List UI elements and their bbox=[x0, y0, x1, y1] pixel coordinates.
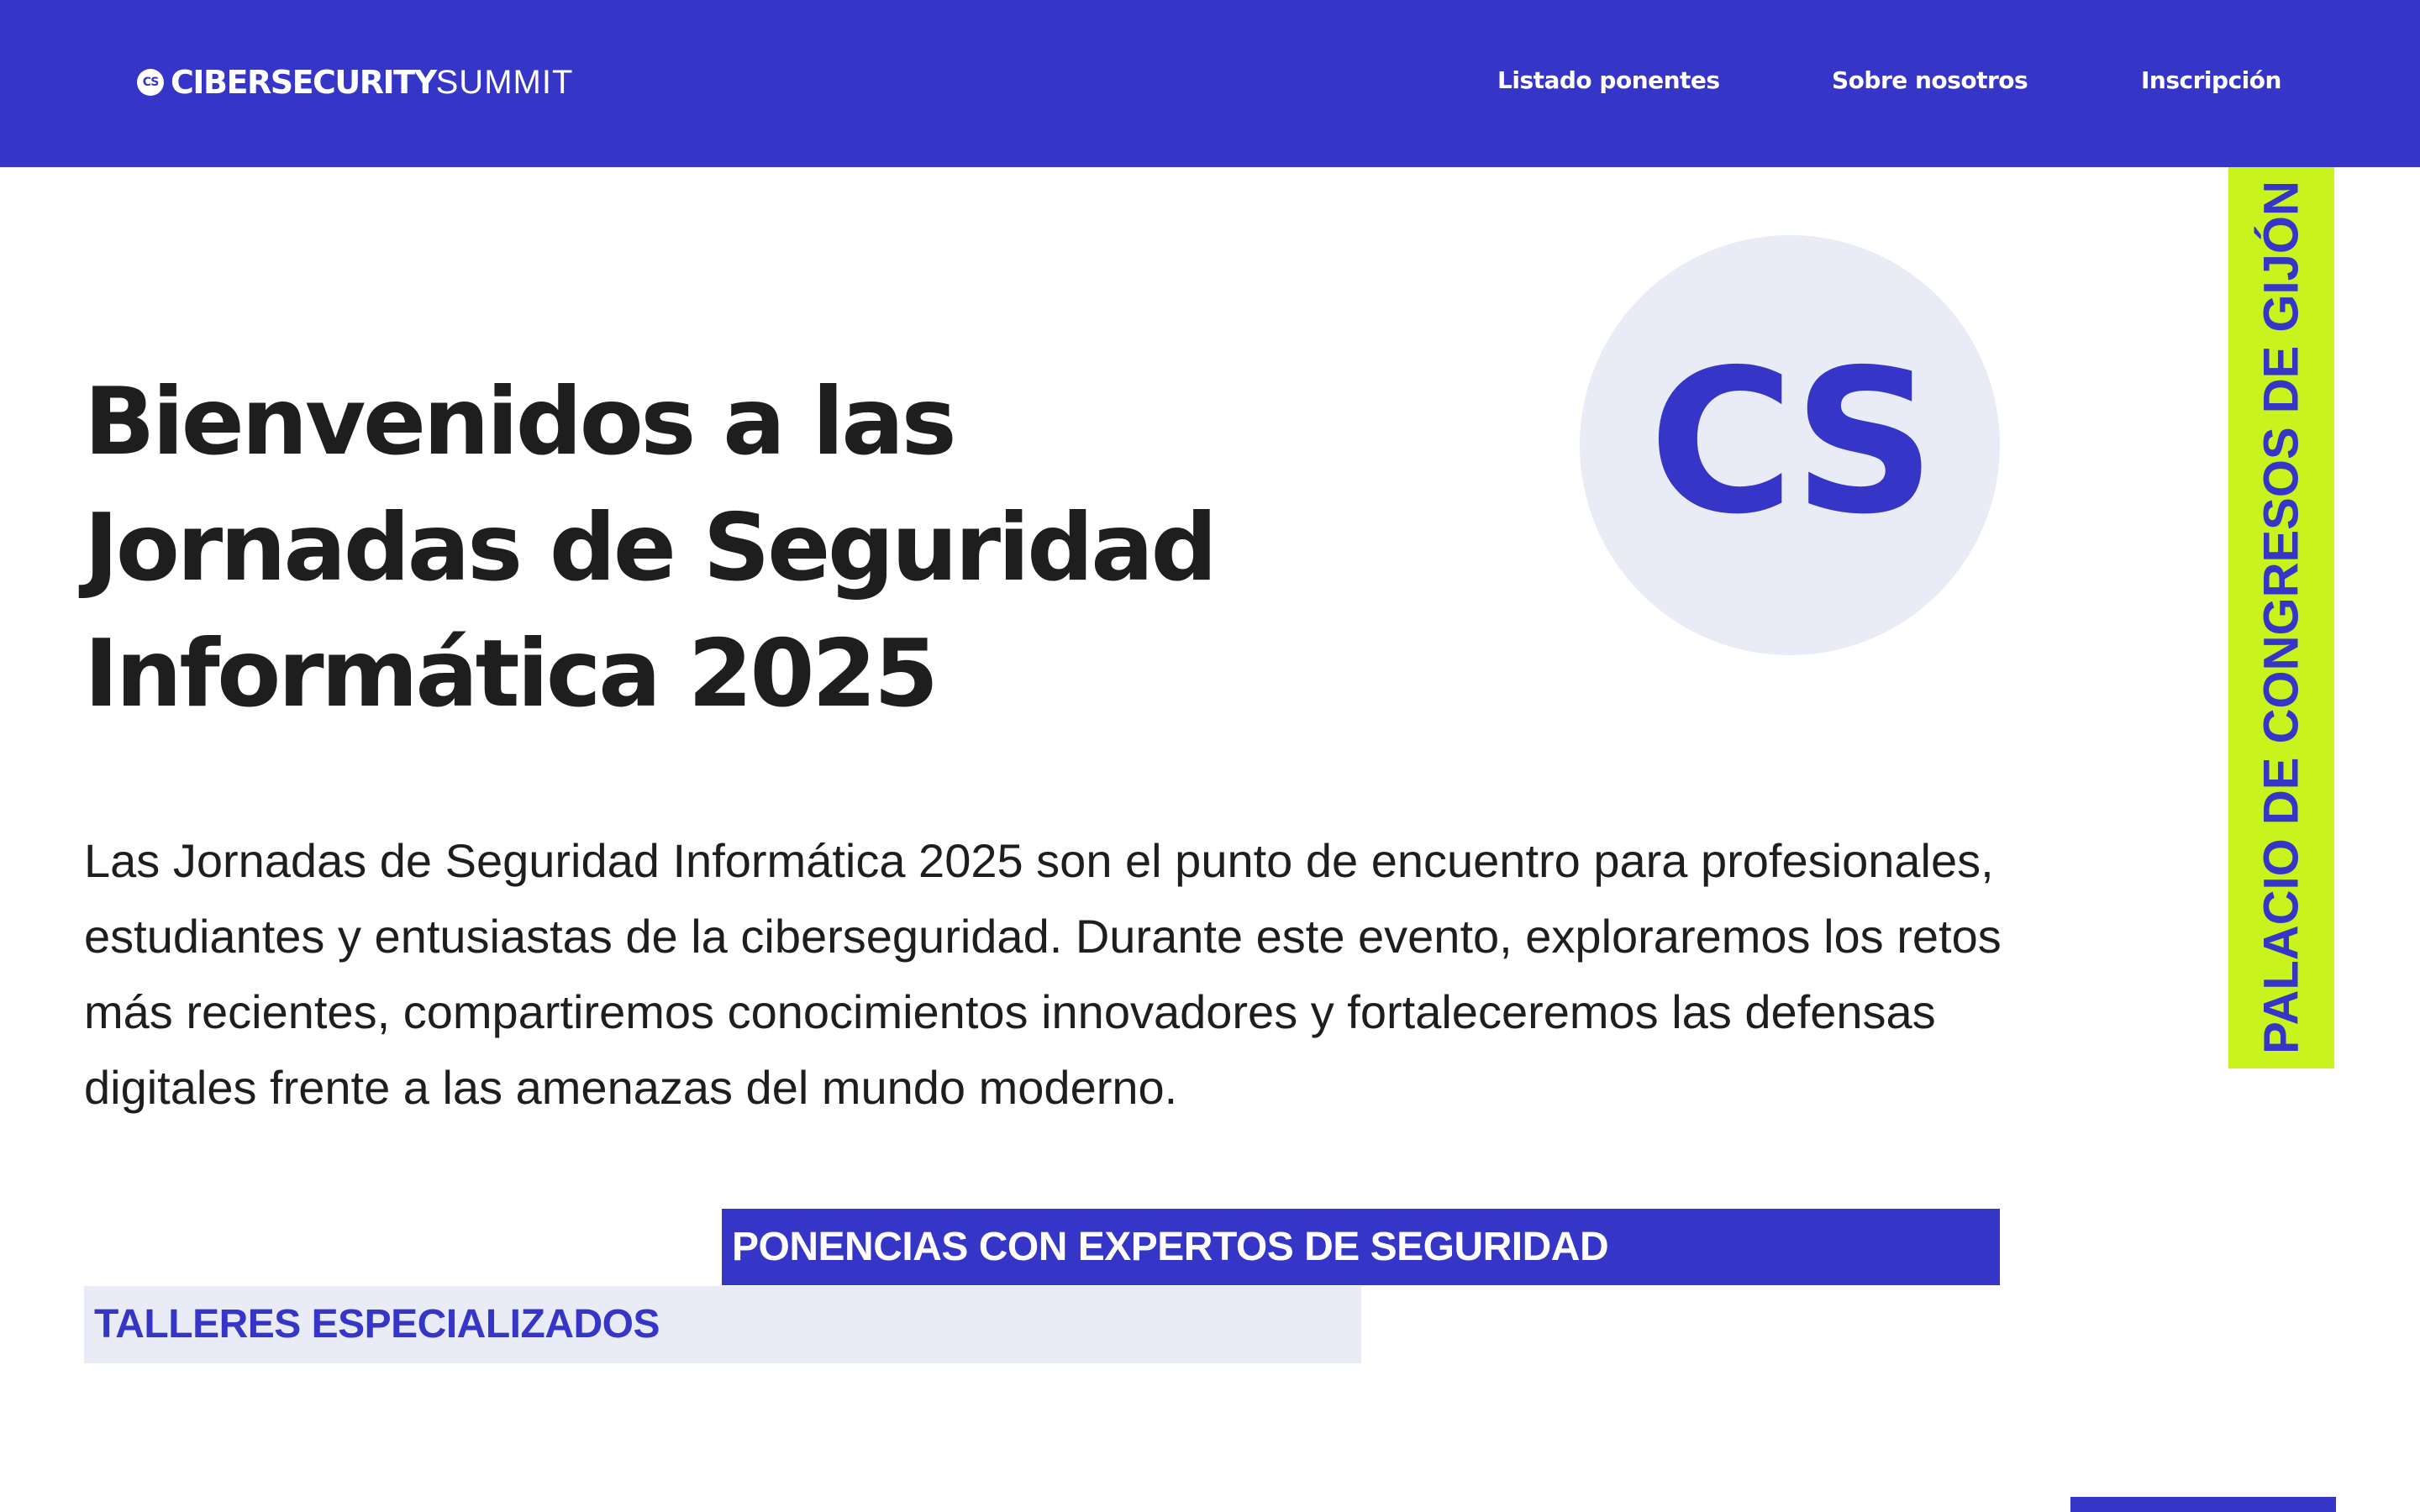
nav-link-listado-ponentes[interactable]: Listado ponentes bbox=[1497, 64, 1720, 97]
top-navigation-bar: CS CIBERSECURITY SUMMIT Listado ponentes… bbox=[0, 0, 2420, 167]
page-title: Bienvenidos a las Jornadas de Seguridad … bbox=[84, 360, 1512, 738]
nav-link-inscripcion[interactable]: Inscripción bbox=[2141, 64, 2281, 97]
brand-logo-link[interactable]: CS CIBERSECURITY SUMMIT bbox=[137, 64, 573, 101]
page: CS CIBERSECURITY SUMMIT Listado ponentes… bbox=[0, 0, 2420, 1512]
venue-banner: PALACIO DE CONGRESOS DE GIJÓN bbox=[2228, 167, 2334, 1068]
feature-tag-ponencias: PONENCIAS CON EXPERTOS DE SEGURIDAD bbox=[722, 1209, 2000, 1285]
brand-name-light: SUMMIT bbox=[435, 63, 574, 101]
page-title-line: Informática 2025 bbox=[84, 620, 939, 728]
nav-link-sobre-nosotros[interactable]: Sobre nosotros bbox=[1832, 64, 2028, 97]
partial-button[interactable] bbox=[2070, 1497, 2336, 1512]
brand-badge-icon: CS bbox=[137, 69, 164, 96]
event-logo: CS bbox=[1580, 235, 2000, 655]
event-logo-text: CS bbox=[1649, 327, 1936, 558]
page-title-line: Jornadas de Seguridad bbox=[84, 494, 1218, 602]
intro-paragraph: Las Jornadas de Seguridad Informática 20… bbox=[84, 834, 2002, 1114]
feature-tag-talleres: TALLERES ESPECIALIZADOS bbox=[84, 1286, 1361, 1363]
brand-name-bold: CIBERSECURITY bbox=[171, 64, 437, 101]
venue-label: PALACIO DE CONGRESOS DE GIJÓN bbox=[2254, 181, 2309, 1054]
page-title-line: Bienvenidos a las bbox=[84, 368, 957, 476]
